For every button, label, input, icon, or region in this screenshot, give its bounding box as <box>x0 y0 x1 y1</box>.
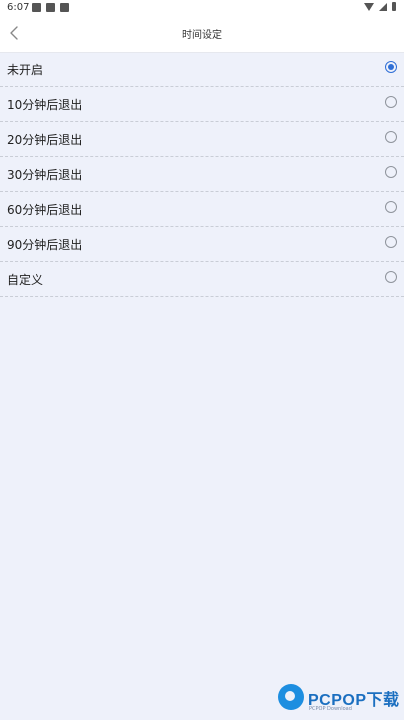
option-30-min[interactable]: 30分钟后退出 <box>0 157 404 192</box>
wifi-icon <box>364 2 374 11</box>
page-title: 时间设定 <box>182 30 222 41</box>
notification-icon <box>60 3 69 12</box>
option-10-min[interactable]: 10分钟后退出 <box>0 87 404 122</box>
status-right-icons <box>364 2 396 11</box>
status-bar: 6:07 <box>0 0 404 16</box>
option-list: 未开启 10分钟后退出 20分钟后退出 30分钟后退出 60分钟后退出 90分钟… <box>0 52 404 297</box>
option-custom[interactable]: 自定义 <box>0 262 404 297</box>
option-label: 60分钟后退出 <box>7 203 83 217</box>
radio-button[interactable] <box>385 236 397 248</box>
radio-button[interactable] <box>385 166 397 178</box>
option-label: 30分钟后退出 <box>7 168 83 182</box>
option-label: 20分钟后退出 <box>7 133 83 147</box>
watermark-subtext: PCPOP Download <box>309 706 352 712</box>
option-60-min[interactable]: 60分钟后退出 <box>0 192 404 227</box>
status-time: 6:07 <box>7 2 30 13</box>
app-icon <box>46 3 55 12</box>
watermark-logo-icon <box>278 684 304 710</box>
option-90-min[interactable]: 90分钟后退出 <box>0 227 404 262</box>
option-off[interactable]: 未开启 <box>0 52 404 87</box>
radio-button[interactable] <box>385 201 397 213</box>
option-20-min[interactable]: 20分钟后退出 <box>0 122 404 157</box>
option-label: 未开启 <box>7 63 44 77</box>
option-label: 自定义 <box>7 273 44 287</box>
radio-button[interactable] <box>385 131 397 143</box>
radio-button[interactable] <box>385 271 397 283</box>
status-left-icons <box>32 3 69 12</box>
header: 时间设定 <box>0 16 404 53</box>
watermark: PCPOP下载 PCPOP Download <box>278 684 402 718</box>
signal-icon <box>379 2 387 11</box>
option-label: 90分钟后退出 <box>7 238 83 252</box>
option-label: 10分钟后退出 <box>7 98 83 112</box>
image-icon <box>32 3 41 12</box>
battery-icon <box>392 2 396 11</box>
radio-button[interactable] <box>385 96 397 108</box>
radio-button-selected[interactable] <box>385 61 397 73</box>
